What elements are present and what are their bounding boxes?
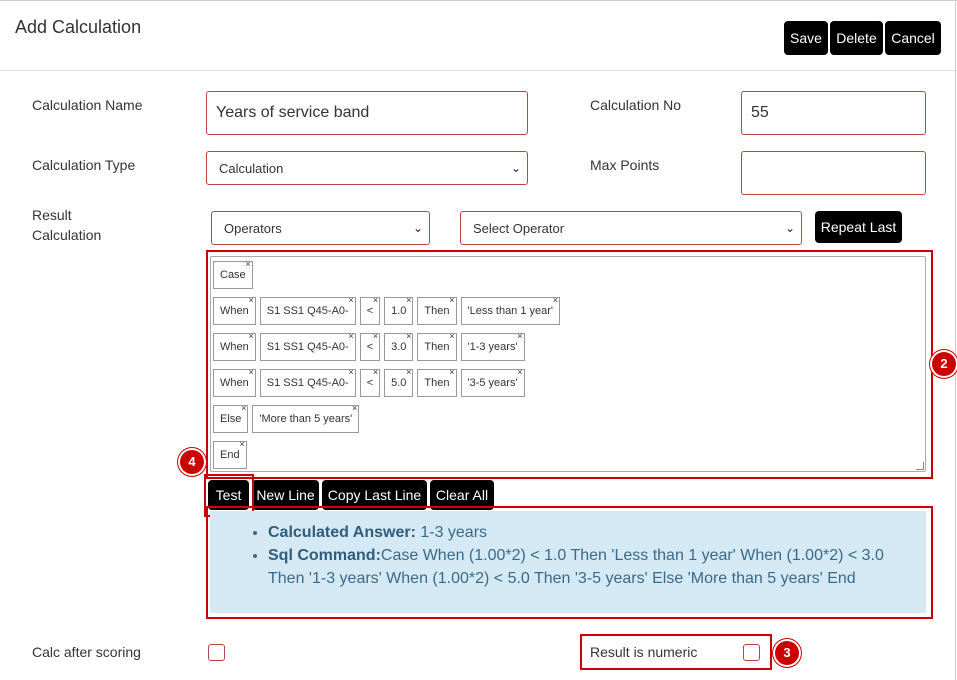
calc-type-select[interactable]: Calculation ⌄ [206, 151, 528, 185]
cancel-button[interactable]: Cancel [885, 21, 941, 55]
select-operator-value: Select Operator [473, 220, 565, 236]
calc-no-label: Calculation No [590, 97, 682, 113]
page-title: Add Calculation [15, 17, 142, 37]
operators-select[interactable]: Operators ⌄ [211, 211, 430, 245]
chevron-down-icon: ⌄ [784, 221, 795, 235]
callout-badge-3: 3 [775, 641, 799, 665]
operators-value: Operators [224, 220, 282, 236]
calc-name-label: Calculation Name [32, 97, 143, 113]
result-numeric-label: Result is numeric [590, 644, 698, 660]
result-calc-label-line1: Result [32, 207, 72, 223]
max-points-label: Max Points [590, 157, 660, 173]
chevron-down-icon: ⌄ [412, 221, 423, 235]
frame-top-border [0, 0, 957, 1]
delete-button[interactable]: Delete [830, 21, 883, 55]
calc-type-label: Calculation Type [32, 157, 136, 173]
calc-after-scoring-label: Calc after scoring [32, 644, 141, 660]
max-points-input[interactable] [741, 151, 926, 195]
result-numeric-checkbox[interactable] [743, 644, 760, 661]
highlight-box-result [206, 506, 933, 619]
calc-type-value: Calculation [219, 160, 284, 176]
frame-right-border [955, 0, 956, 680]
select-operator-select[interactable]: Select Operator ⌄ [460, 211, 802, 245]
chevron-down-icon: ⌄ [510, 161, 521, 175]
calc-no-input[interactable] [741, 91, 926, 135]
highlight-box-2 [206, 250, 933, 479]
repeat-last-button[interactable]: Repeat Last [815, 211, 902, 243]
callout-badge-4: 4 [180, 450, 204, 474]
callout-badge-2: 2 [932, 352, 956, 376]
result-calc-label-line2: Calculation [32, 227, 102, 243]
save-button[interactable]: Save [784, 21, 828, 55]
calc-after-scoring-checkbox[interactable] [208, 644, 225, 661]
header-divider [0, 70, 955, 71]
calc-name-input[interactable] [206, 91, 528, 135]
